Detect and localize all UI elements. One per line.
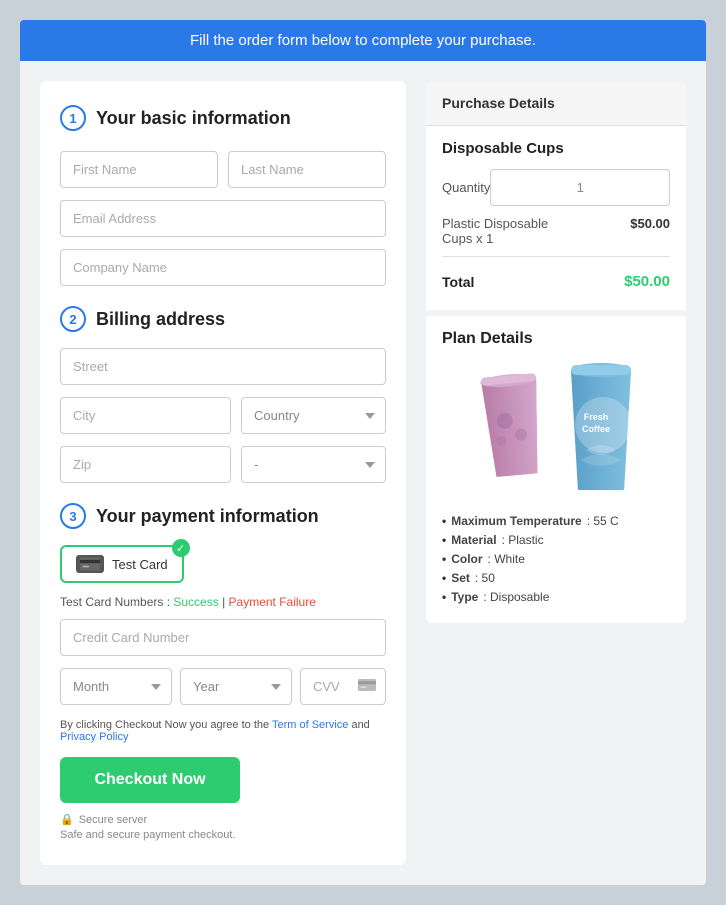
secure-label: Secure server [79, 814, 147, 826]
spec-value: : Plastic [502, 533, 544, 547]
spec-value: : 50 [475, 571, 495, 585]
total-label: Total [442, 274, 474, 290]
terms-prefix: By clicking Checkout Now you agree to th… [60, 719, 272, 731]
street-row [60, 348, 386, 385]
page-wrapper: Fill the order form below to complete yo… [20, 20, 706, 885]
section1-number: 1 [60, 105, 86, 131]
cvv-wrapper [300, 668, 386, 705]
quantity-label: Quantity [442, 180, 490, 195]
section3-header: 3 Your payment information [60, 503, 386, 529]
test-card-note: Test Card Numbers : Success | Payment Fa… [60, 595, 386, 609]
payment-method-btn[interactable]: Test Card ✓ [60, 545, 184, 583]
section1-title: Your basic information [96, 108, 291, 129]
spec-value: : White [488, 552, 525, 566]
spec-key: Color [451, 552, 482, 566]
total-value: $50.00 [624, 273, 670, 290]
spec-key: Type [451, 590, 478, 604]
plan-specs: Maximum Temperature : 55 C Material : Plast… [442, 514, 670, 604]
total-row: Total $50.00 [442, 267, 670, 296]
top-banner: Fill the order form below to complete yo… [20, 20, 706, 61]
purchase-details-body: Disposable Cups Quantity Plastic Disposa… [426, 126, 686, 310]
city-country-row: Country [60, 397, 386, 434]
zip-input[interactable] [60, 446, 231, 483]
price-row: Plastic Disposable Cups x 1 $50.00 [442, 216, 670, 257]
product-name: Disposable Cups [442, 140, 670, 157]
spec-value: : 55 C [587, 514, 619, 528]
test-card-sep: | [219, 595, 229, 609]
plan-spec-item: Type : Disposable [442, 590, 670, 604]
section2-title: Billing address [96, 309, 225, 330]
right-panel: Purchase Details Disposable Cups Quantit… [426, 81, 686, 623]
payment-method-label: Test Card [112, 557, 168, 572]
checkout-button[interactable]: Checkout Now [60, 757, 240, 803]
plan-spec-item: Color : White [442, 552, 670, 566]
spec-key: Maximum Temperature [451, 514, 581, 528]
month-select[interactable]: MonthJanuaryFebruaryMarchAprilMayJuneJul… [60, 668, 172, 705]
credit-card-input[interactable] [60, 619, 386, 656]
section3-number: 3 [60, 503, 86, 529]
terms-text: By clicking Checkout Now you agree to th… [60, 719, 386, 743]
cups-image: Fresh Coffee [442, 360, 670, 500]
test-card-prefix: Test Card Numbers : [60, 595, 173, 609]
quantity-input[interactable] [490, 169, 670, 206]
city-input[interactable] [60, 397, 231, 434]
email-row [60, 200, 386, 237]
section2-number: 2 [60, 306, 86, 332]
state-select[interactable]: - [241, 446, 386, 483]
terms-mid: and [348, 719, 369, 731]
test-card-success-link[interactable]: Success [173, 595, 218, 609]
cvv-row: MonthJanuaryFebruaryMarchAprilMayJuneJul… [60, 668, 386, 705]
spec-key: Material [451, 533, 496, 547]
check-badge: ✓ [172, 539, 190, 557]
last-name-input[interactable] [228, 151, 386, 188]
plan-details-section: Plan Details [426, 310, 686, 623]
price-value: $50.00 [630, 216, 670, 231]
secure-subtext: Safe and secure payment checkout. [60, 829, 386, 841]
country-wrapper: Country [241, 397, 386, 434]
zip-state-row: - [60, 446, 386, 483]
plan-spec-item: Material : Plastic [442, 533, 670, 547]
terms-link2[interactable]: Privacy Policy [60, 731, 128, 743]
plan-details-title: Plan Details [442, 330, 670, 348]
section3-title: Your payment information [96, 506, 319, 527]
left-panel: 1 Your basic information 2 Billing addre… [40, 81, 406, 865]
svg-text:Coffee: Coffee [582, 424, 610, 434]
quantity-row: Quantity [442, 169, 670, 206]
section1-header: 1 Your basic information [60, 105, 386, 131]
test-card-failure-link[interactable]: Payment Failure [229, 595, 316, 609]
state-wrapper: - [241, 446, 386, 483]
main-content: 1 Your basic information 2 Billing addre… [20, 61, 706, 885]
svg-text:Fresh: Fresh [584, 412, 609, 422]
spec-value: : Disposable [483, 590, 549, 604]
company-row [60, 249, 386, 286]
plan-spec-item: Maximum Temperature : 55 C [442, 514, 670, 528]
first-name-input[interactable] [60, 151, 218, 188]
banner-text: Fill the order form below to complete yo… [190, 32, 536, 49]
country-select[interactable]: Country [241, 397, 386, 434]
purchase-details-header: Purchase Details [426, 81, 686, 126]
secure-note: 🔒 Secure server [60, 813, 386, 826]
lock-icon: 🔒 [60, 813, 74, 826]
price-label: Plastic Disposable Cups x 1 [442, 216, 582, 246]
terms-link1[interactable]: Term of Service [272, 719, 348, 731]
year-select[interactable]: Year2024202520262027202820292030 [180, 668, 292, 705]
card-icon [76, 555, 104, 573]
credit-card-row [60, 619, 386, 656]
company-input[interactable] [60, 249, 386, 286]
section2-header: 2 Billing address [60, 306, 386, 332]
email-input[interactable] [60, 200, 386, 237]
spec-key: Set [451, 571, 470, 585]
street-input[interactable] [60, 348, 386, 385]
cvv-card-icon [358, 678, 376, 696]
plan-spec-item: Set : 50 [442, 571, 670, 585]
name-row [60, 151, 386, 188]
